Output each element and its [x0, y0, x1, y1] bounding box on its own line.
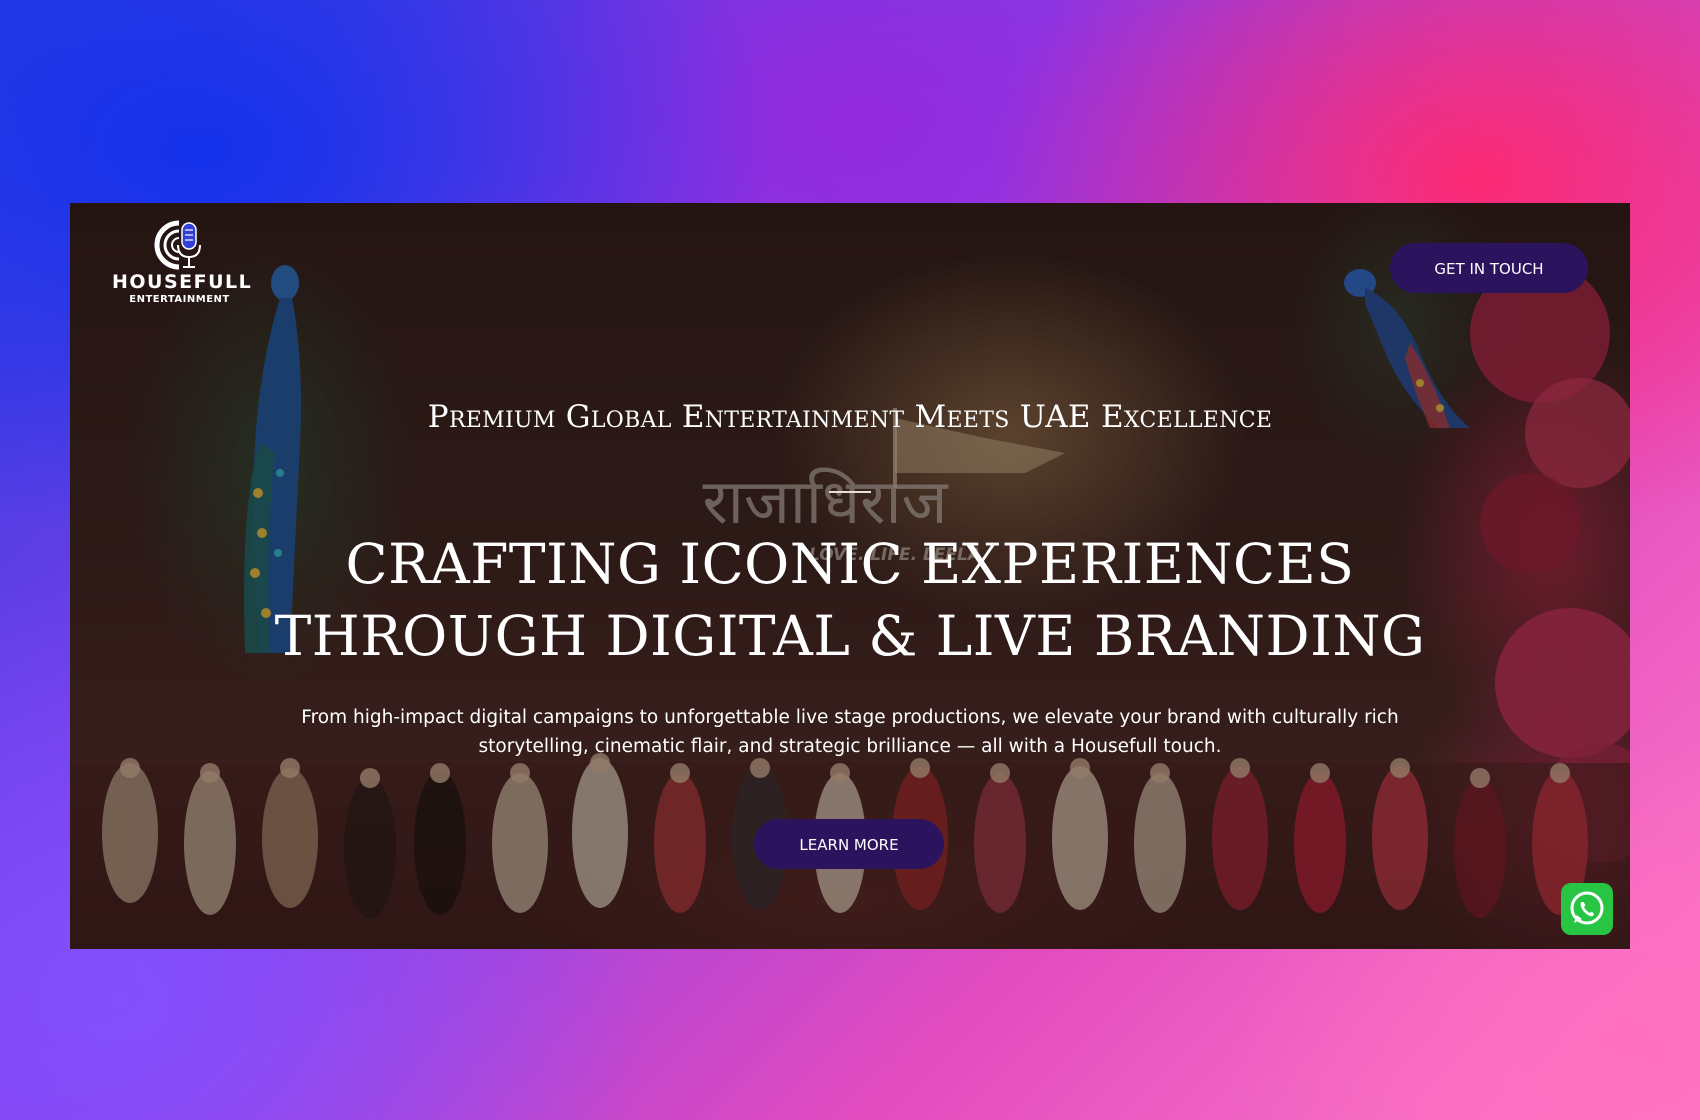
heading-divider	[829, 491, 871, 493]
brand-name: HOUSEFULL	[112, 271, 253, 293]
microphone-vinyl-icon	[154, 220, 201, 270]
hero-description: From high-impact digital campaigns to un…	[301, 707, 1399, 757]
hero-headline: CRAFTING ICONIC EXPERIENCES THROUGH DIGI…	[70, 528, 1630, 672]
whatsapp-icon	[1570, 891, 1604, 925]
brand-tagline: ENTERTAINMENT	[129, 294, 230, 305]
learn-more-button[interactable]: LEARN MORE	[754, 819, 944, 869]
whatsapp-chat-button[interactable]	[1561, 883, 1613, 935]
website-hero-screenshot: राजाधिराज LOVE. LIFE. LEELA HOUSEFULL EN…	[70, 203, 1630, 949]
hero-content: HOUSEFULL ENTERTAINMENT GET IN TOUCH Pre…	[70, 203, 1630, 949]
brand-logo[interactable]: HOUSEFULL ENTERTAINMENT	[112, 217, 253, 317]
get-in-touch-button[interactable]: GET IN TOUCH	[1390, 243, 1588, 293]
hero-headline-line-1: CRAFTING ICONIC EXPERIENCES	[345, 532, 1355, 596]
hero-subheading: Premium Global Entertainment Meets UAE E…	[427, 398, 1273, 435]
hero-headline-line-2: THROUGH DIGITAL & LIVE BRANDING	[274, 604, 1426, 668]
